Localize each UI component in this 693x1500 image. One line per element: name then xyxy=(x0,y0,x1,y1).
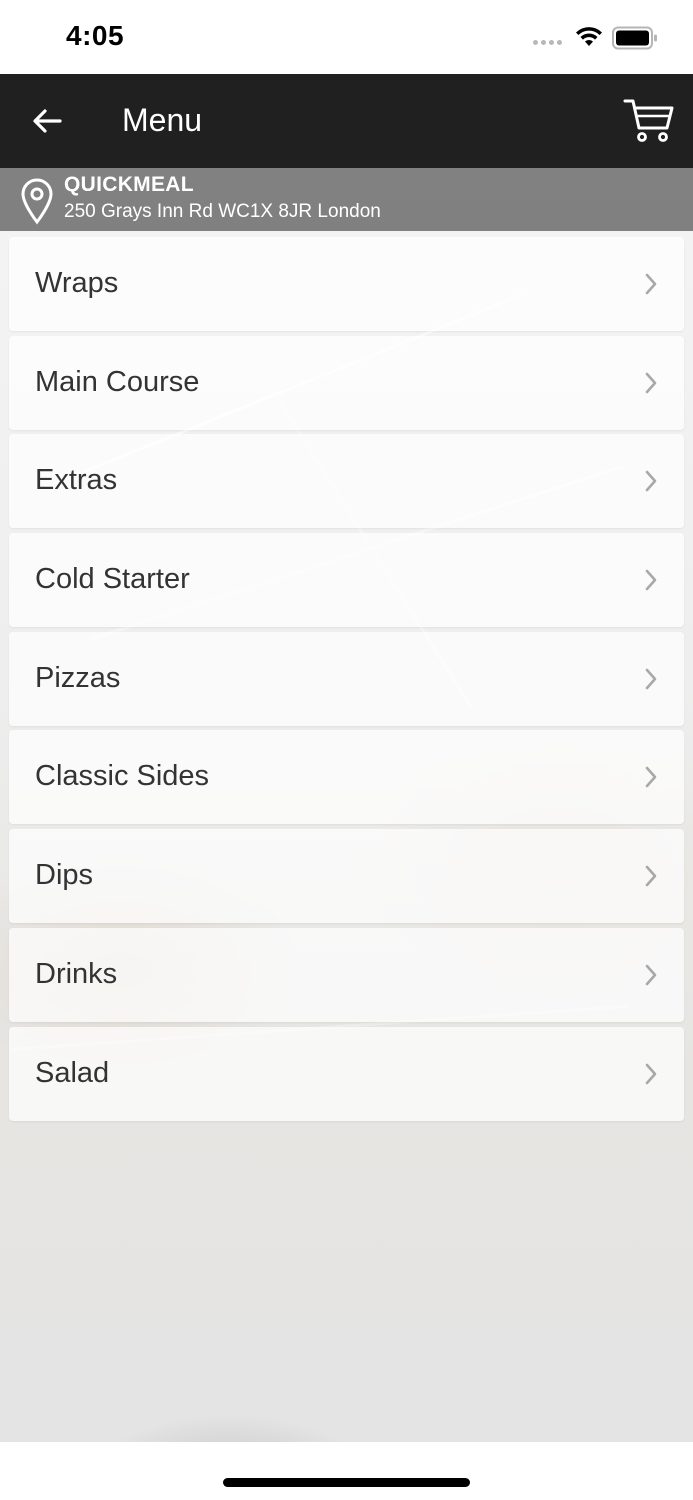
chevron-right-icon xyxy=(645,471,657,492)
menu-category-label: Cold Starter xyxy=(35,563,190,596)
menu-category-label: Main Course xyxy=(35,365,200,398)
menu-category-label: Drinks xyxy=(35,957,118,990)
chevron-right-icon xyxy=(645,273,657,295)
menu-category-salad[interactable]: Salad xyxy=(9,1026,684,1121)
chevron-right-icon xyxy=(645,372,657,393)
map-pin-icon xyxy=(21,178,53,225)
menu-category-label: Pizzas xyxy=(35,661,121,694)
menu-category-list: Wraps Main Course Extras Cold Starter Pi… xyxy=(9,237,684,1125)
home-indicator[interactable] xyxy=(223,1478,470,1487)
back-button[interactable] xyxy=(24,98,70,144)
chevron-right-icon xyxy=(645,767,657,788)
menu-category-extras[interactable]: Extras xyxy=(9,434,684,529)
menu-category-label: Classic Sides xyxy=(35,760,210,793)
menu-category-wraps[interactable]: Wraps xyxy=(9,237,684,331)
store-address: 250 Grays Inn Rd WC1X 8JR London xyxy=(64,201,381,222)
status-bar: 4:05 xyxy=(0,0,693,74)
menu-category-label: Extras xyxy=(35,464,118,497)
status-time: 4:05 xyxy=(66,20,125,51)
cart-button[interactable] xyxy=(622,94,676,146)
top-app-bar: Menu xyxy=(0,74,693,168)
menu-category-drinks[interactable]: Drinks xyxy=(9,927,684,1022)
store-location-bar: QUICKMEAL 250 Grays Inn Rd WC1X 8JR Lond… xyxy=(0,168,693,231)
menu-category-dips[interactable]: Dips xyxy=(9,829,684,924)
arrow-left-icon xyxy=(33,109,62,133)
chevron-right-icon xyxy=(645,668,657,690)
page-title: Menu xyxy=(122,102,203,138)
menu-category-label: Salad xyxy=(35,1056,110,1089)
menu-category-cold-starter[interactable]: Cold Starter xyxy=(9,533,684,628)
chevron-right-icon xyxy=(645,569,657,591)
app-screen: 4:05 Menu QUICKMEAL 250 Grays Inn Rd WC1… xyxy=(0,0,693,1500)
wifi-icon xyxy=(576,27,602,46)
cellular-signal-icon xyxy=(533,40,562,45)
menu-category-classic-sides[interactable]: Classic Sides xyxy=(9,730,684,825)
chevron-right-icon xyxy=(645,1063,657,1084)
menu-category-label: Wraps xyxy=(35,267,119,299)
cart-icon xyxy=(623,99,674,142)
menu-category-label: Dips xyxy=(35,859,94,892)
chevron-right-icon xyxy=(645,964,657,986)
store-name: QUICKMEAL xyxy=(64,173,194,196)
chevron-right-icon xyxy=(645,865,657,887)
home-indicator-area xyxy=(0,1442,693,1500)
battery-icon xyxy=(612,26,657,50)
menu-category-pizzas[interactable]: Pizzas xyxy=(9,631,684,726)
menu-category-main-course[interactable]: Main Course xyxy=(9,335,684,430)
